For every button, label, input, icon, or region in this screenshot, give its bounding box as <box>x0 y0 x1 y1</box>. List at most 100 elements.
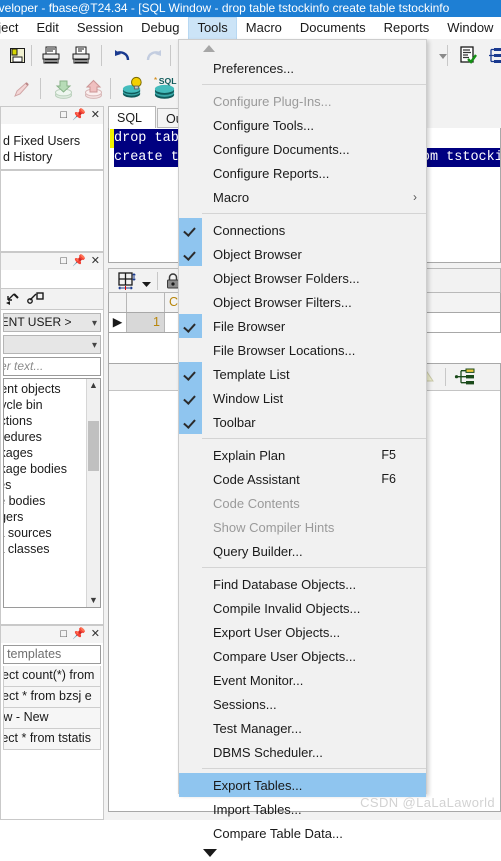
toolbar-separator <box>110 78 111 99</box>
menu-item-file-browser[interactable]: File Browser <box>179 314 426 338</box>
menu-item-event-monitor[interactable]: Event Monitor... <box>179 668 426 692</box>
menu-item-query-builder[interactable]: Query Builder... <box>179 539 426 563</box>
filter-select[interactable]: ▾ <box>3 335 101 354</box>
menu-item-configure-tools[interactable]: Configure Tools... <box>179 113 426 137</box>
menu-item-object-browser-folders[interactable]: Object Browser Folders... <box>179 266 426 290</box>
menu-gutter <box>179 338 202 362</box>
menu-item-label: Export User Objects... <box>202 625 340 640</box>
template-search-input[interactable]: Search templates <box>3 645 101 664</box>
menu-item-label: Connections <box>202 223 285 238</box>
menu-item-connections[interactable]: Connections <box>179 218 426 242</box>
undo-icon[interactable] <box>110 43 136 68</box>
execute-check-icon[interactable] <box>454 43 480 68</box>
close-icon[interactable]: ✕ <box>91 255 100 267</box>
object-browser-tree[interactable]: Recent objectsRecycle binFunctionsProced… <box>3 378 101 608</box>
owner-select[interactable]: CURRENT USER > ▾ <box>3 313 101 332</box>
scroll-up-arrow[interactable]: ▲ <box>87 379 100 392</box>
menu-item-window-list[interactable]: Window List <box>179 386 426 410</box>
menu-item-explain-plan[interactable]: Explain PlanF5 <box>179 443 426 467</box>
menu-item-label: Toolbar <box>202 415 256 430</box>
menu-gutter <box>179 644 202 668</box>
menu-gutter <box>179 89 202 113</box>
menu-window[interactable]: Window <box>438 17 501 39</box>
template-search-value: Search templates <box>3 646 61 663</box>
file-browser-panel-body[interactable] <box>0 170 104 252</box>
connections-item[interactable]: d Fixed Users <box>1 133 103 149</box>
print-preview-icon[interactable] <box>68 43 94 68</box>
explain-plan-icon[interactable] <box>482 43 501 68</box>
connections-item[interactable]: d History <box>1 149 103 165</box>
object-filter-input[interactable]: Enter filter text... <box>3 357 101 376</box>
menu-item-label: Object Browser <box>202 247 302 262</box>
grid-header-marker <box>109 293 127 312</box>
folder-key-icon[interactable] <box>27 291 45 312</box>
menu-scroll-up-arrow[interactable] <box>179 40 426 56</box>
object-browser-panel-body: CURRENT USER > ▾ ▾ Enter filter text... … <box>0 270 104 625</box>
menu-gutter <box>179 620 202 644</box>
menu-item-label: Object Browser Folders... <box>202 271 360 286</box>
menu-scroll-down-arrow[interactable] <box>179 845 426 861</box>
template-list-panel-header: □ 📌 ✕ <box>0 625 104 643</box>
menu-item-find-database-objects[interactable]: Find Database Objects... <box>179 572 426 596</box>
pin-icon[interactable]: 📌 <box>72 109 86 121</box>
tab-sql[interactable]: SQL <box>108 106 156 129</box>
menu-item-compare-table-data[interactable]: Compare Table Data... <box>179 821 426 845</box>
menu-item-object-browser-filters[interactable]: Object Browser Filters... <box>179 290 426 314</box>
menu-item-compile-invalid-objects[interactable]: Compile Invalid Objects... <box>179 596 426 620</box>
menu-item-preferences[interactable]: Preferences... <box>179 56 426 80</box>
menu-item-sessions[interactable]: Sessions... <box>179 692 426 716</box>
grid-resize-icon[interactable] <box>117 272 137 295</box>
chevron-down-icon[interactable] <box>430 43 456 68</box>
menu-session[interactable]: Session <box>68 17 132 39</box>
menu-item-export-tables[interactable]: Export Tables... <box>179 773 426 797</box>
menu-item-configure-documents[interactable]: Configure Documents... <box>179 137 426 161</box>
menu-item-configure-reports[interactable]: Configure Reports... <box>179 161 426 185</box>
menu-gutter <box>179 773 202 797</box>
menu-item-compare-user-objects[interactable]: Compare User Objects... <box>179 644 426 668</box>
new-sql-window-icon[interactable]: SQL * <box>152 75 178 100</box>
scrollbar-thumb[interactable] <box>88 421 99 471</box>
menu-item-test-manager[interactable]: Test Manager... <box>179 716 426 740</box>
template-list-item[interactable]: Window - New <box>3 708 101 729</box>
hierarchy-icon[interactable] <box>454 368 476 391</box>
menu-tools[interactable]: Tools <box>188 17 236 39</box>
close-icon[interactable]: ✕ <box>91 628 100 640</box>
refresh-objects-icon[interactable] <box>5 291 23 312</box>
pin-icon[interactable]: 📌 <box>72 255 86 267</box>
menu-documents[interactable]: Documents <box>291 17 375 39</box>
pin-icon[interactable]: 📌 <box>72 628 86 640</box>
maximize-icon[interactable]: □ <box>60 109 67 121</box>
object-browser-tree-item-label: Type bodies <box>3 493 45 509</box>
object-filter-placeholder: Enter filter text... <box>3 358 43 375</box>
template-list-item[interactable]: b - select * from bzsj e <box>3 687 101 708</box>
menu-macro[interactable]: Macro <box>237 17 291 39</box>
save-icon[interactable] <box>4 43 30 68</box>
menu-item-code-assistant[interactable]: Code AssistantF6 <box>179 467 426 491</box>
menu-item-dbms-scheduler[interactable]: DBMS Scheduler... <box>179 740 426 764</box>
menu-debug[interactable]: Debug <box>132 17 188 39</box>
menu-oject[interactable]: oject <box>0 17 27 39</box>
scroll-down-arrow[interactable]: ▼ <box>87 594 100 607</box>
connections-panel-body[interactable]: d Fixed Users d History <box>0 124 104 170</box>
menu-item-template-list[interactable]: Template List <box>179 362 426 386</box>
grid-header-rownum <box>127 293 165 312</box>
menu-item-label: Configure Documents... <box>202 142 350 157</box>
maximize-icon[interactable]: □ <box>60 628 67 640</box>
template-list-item[interactable]: c - select * from tstatis <box>3 729 101 750</box>
toolbar-separator <box>101 45 102 66</box>
menu-item-macro[interactable]: Macro› <box>179 185 426 209</box>
template-list-item[interactable]: a - select count(*) from <box>3 666 101 687</box>
close-icon[interactable]: ✕ <box>91 109 100 121</box>
menu-item-shortcut: F6 <box>381 472 396 486</box>
menu-item-toolbar[interactable]: Toolbar <box>179 410 426 434</box>
menu-edit[interactable]: Edit <box>27 17 67 39</box>
menu-reports[interactable]: Reports <box>375 17 439 39</box>
maximize-icon[interactable]: □ <box>60 255 67 267</box>
menu-item-export-user-objects[interactable]: Export User Objects... <box>179 620 426 644</box>
new-sql-idea-icon[interactable] <box>120 75 146 100</box>
object-browser-scrollbar[interactable]: ▲ ▼ <box>86 379 100 607</box>
print-icon[interactable] <box>38 43 64 68</box>
menu-item-object-browser[interactable]: Object Browser <box>179 242 426 266</box>
menu-item-file-browser-locations[interactable]: File Browser Locations... <box>179 338 426 362</box>
chevron-down-icon[interactable] <box>141 276 152 294</box>
